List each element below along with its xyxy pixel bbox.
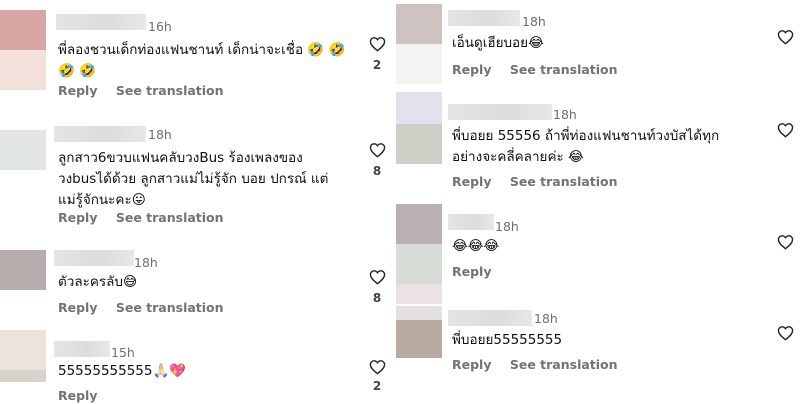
comment-text: ตัวละครลับ😅 [58, 274, 138, 290]
heart-icon [369, 37, 385, 52]
timestamp: 18h [148, 127, 172, 142]
like-button[interactable] [776, 122, 794, 138]
comment-actions: Reply See translation [58, 300, 224, 315]
see-translation-link[interactable]: See translation [116, 83, 224, 98]
comment-text: พี่บอยย 55556 ถ้าพี่ท่องแฟนชานท์วงบัสได้… [452, 128, 720, 165]
avatar-blurred[interactable] [0, 10, 46, 90]
heart-icon [777, 235, 793, 250]
comment-item: 18h 😂😂😂 Reply [396, 202, 800, 306]
timestamp: 15h [111, 345, 135, 360]
comment-text: 😂😂😂 [452, 238, 500, 254]
timestamp: 18h [134, 255, 158, 270]
username-redacted[interactable] [54, 126, 146, 142]
like-button[interactable]: 2 [368, 359, 386, 393]
like-button[interactable]: 8 [368, 269, 386, 305]
comment-item: 16h พี่ลองชวนเด็กท่องแฟนชานท์ เด็กน่าจะเ… [0, 0, 392, 110]
avatar-blurred[interactable] [0, 250, 46, 290]
comment-text: ลูกสาว6ขวบแฟนคลับวงBus ร้องเพลงของ วงbus… [58, 150, 329, 208]
heart-icon [369, 270, 385, 285]
username-redacted[interactable] [54, 250, 134, 266]
comment-actions: Reply [58, 388, 111, 403]
comment-actions: Reply [452, 264, 505, 279]
comment-actions: Reply See translation [452, 62, 618, 77]
reply-button[interactable]: Reply [58, 210, 97, 225]
like-button[interactable]: 2 [368, 36, 386, 72]
comment-actions: Reply See translation [58, 210, 224, 225]
heart-icon [369, 360, 385, 375]
avatar-blurred[interactable] [396, 204, 442, 304]
like-button[interactable] [776, 234, 794, 250]
heart-icon [369, 143, 385, 158]
see-translation-link[interactable]: See translation [510, 174, 618, 189]
comment-item: 18h ลูกสาว6ขวบแฟนคลับวงBus ร้องเพลงของ ว… [0, 110, 392, 240]
right-screenshot-panel: 18h เอ็นดูเฮียบอย😂 Reply See translation… [396, 0, 800, 404]
comment-actions: Reply See translation [452, 174, 618, 189]
username-redacted[interactable] [54, 341, 110, 357]
username-redacted[interactable] [448, 310, 532, 326]
comment-text: เอ็นดูเฮียบอย😂 [452, 35, 544, 51]
avatar-blurred[interactable] [0, 130, 46, 170]
heart-icon [777, 326, 793, 341]
timestamp: 16h [148, 19, 172, 34]
like-count: 8 [372, 291, 382, 305]
like-count: 8 [372, 164, 382, 178]
comment-text: 55555555555🙏🏻💖 [58, 363, 187, 379]
left-screenshot-panel: 16h พี่ลองชวนเด็กท่องแฟนชานท์ เด็กน่าจะเ… [0, 0, 392, 404]
timestamp: 18h [495, 219, 519, 234]
reply-button[interactable]: Reply [452, 62, 491, 77]
timestamp: 18h [522, 14, 546, 29]
comment-actions: Reply See translation [452, 357, 618, 372]
reply-button[interactable]: Reply [58, 300, 97, 315]
heart-icon [777, 123, 793, 138]
reply-button[interactable]: Reply [452, 357, 491, 372]
see-translation-link[interactable]: See translation [510, 357, 618, 372]
see-translation-link[interactable]: See translation [116, 300, 224, 315]
heart-icon [777, 30, 793, 45]
avatar-blurred[interactable] [0, 330, 46, 382]
timestamp: 18h [553, 107, 577, 122]
timestamp: 18h [534, 311, 558, 326]
like-count: 2 [372, 379, 382, 393]
reply-button[interactable]: Reply [452, 174, 491, 189]
reply-button[interactable]: Reply [452, 264, 491, 279]
username-redacted[interactable] [448, 214, 494, 230]
reply-button[interactable]: Reply [58, 388, 97, 403]
comment-item: 15h 55555555555🙏🏻💖 Reply 2 [0, 328, 392, 404]
comment-text: พี่ลองชวนเด็กท่องแฟนชานท์ เด็กน่าจะเชื่อ… [58, 42, 346, 79]
avatar-blurred[interactable] [396, 92, 442, 164]
avatar-blurred[interactable] [396, 306, 442, 358]
comment-item: 18h พี่บอยย 55556 ถ้าพี่ท่องแฟนชานท์วงบั… [396, 92, 800, 202]
comment-item: 18h พี่บอยย55555555 Reply See translatio… [396, 306, 800, 404]
comment-text: พี่บอยย55555555 [452, 332, 563, 348]
avatar-blurred[interactable] [396, 4, 442, 84]
like-button[interactable] [776, 29, 794, 45]
comment-item: 18h เอ็นดูเฮียบอย😂 Reply See translation [396, 0, 800, 92]
see-translation-link[interactable]: See translation [510, 62, 618, 77]
like-button[interactable] [776, 325, 794, 341]
like-button[interactable]: 8 [368, 142, 386, 178]
username-redacted[interactable] [448, 10, 520, 26]
comment-actions: Reply See translation [58, 83, 224, 98]
see-translation-link[interactable]: See translation [116, 210, 224, 225]
like-count: 2 [372, 58, 382, 72]
comment-item: 18h ตัวละครลับ😅 Reply See translation 8 [0, 240, 392, 328]
reply-button[interactable]: Reply [58, 83, 97, 98]
username-redacted[interactable] [56, 14, 146, 30]
username-redacted[interactable] [448, 104, 552, 120]
